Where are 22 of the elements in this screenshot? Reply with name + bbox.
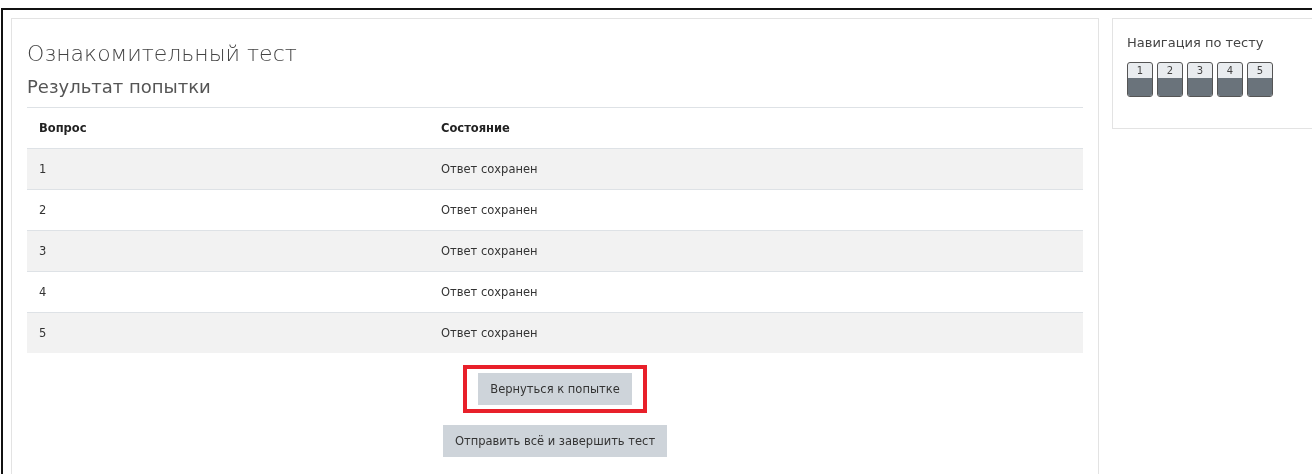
table-cell: 4 <box>27 271 429 313</box>
question-button[interactable]: 1 <box>1127 62 1153 97</box>
table-cell: Ответ сохранен <box>429 312 1083 353</box>
section-subtitle: Результат попытки <box>27 75 1083 108</box>
table-cell: Ответ сохранен <box>429 148 1083 190</box>
question-button[interactable]: 5 <box>1247 62 1273 97</box>
page-title: Ознакомительный тест <box>27 40 298 68</box>
column-header: Вопрос <box>27 108 429 149</box>
question-button[interactable]: 3 <box>1187 62 1213 97</box>
column-header: Состояние <box>429 108 1083 149</box>
action-button[interactable]: Вернуться к попытке <box>478 373 632 405</box>
navigation-title: Навигация по тесту <box>1127 35 1265 50</box>
table-cell: 5 <box>27 312 429 353</box>
table-cell: 1 <box>27 148 429 190</box>
table-cell: Ответ сохранен <box>429 230 1083 272</box>
action-button[interactable]: Отправить всё и завершить тест <box>442 425 668 457</box>
table-cell: Ответ сохранен <box>429 189 1083 231</box>
table-cell: 3 <box>27 230 429 272</box>
question-button[interactable]: 4 <box>1217 62 1243 97</box>
table-cell: 2 <box>27 189 429 231</box>
table-cell: Ответ сохранен <box>429 271 1083 313</box>
question-button[interactable]: 2 <box>1157 62 1183 97</box>
